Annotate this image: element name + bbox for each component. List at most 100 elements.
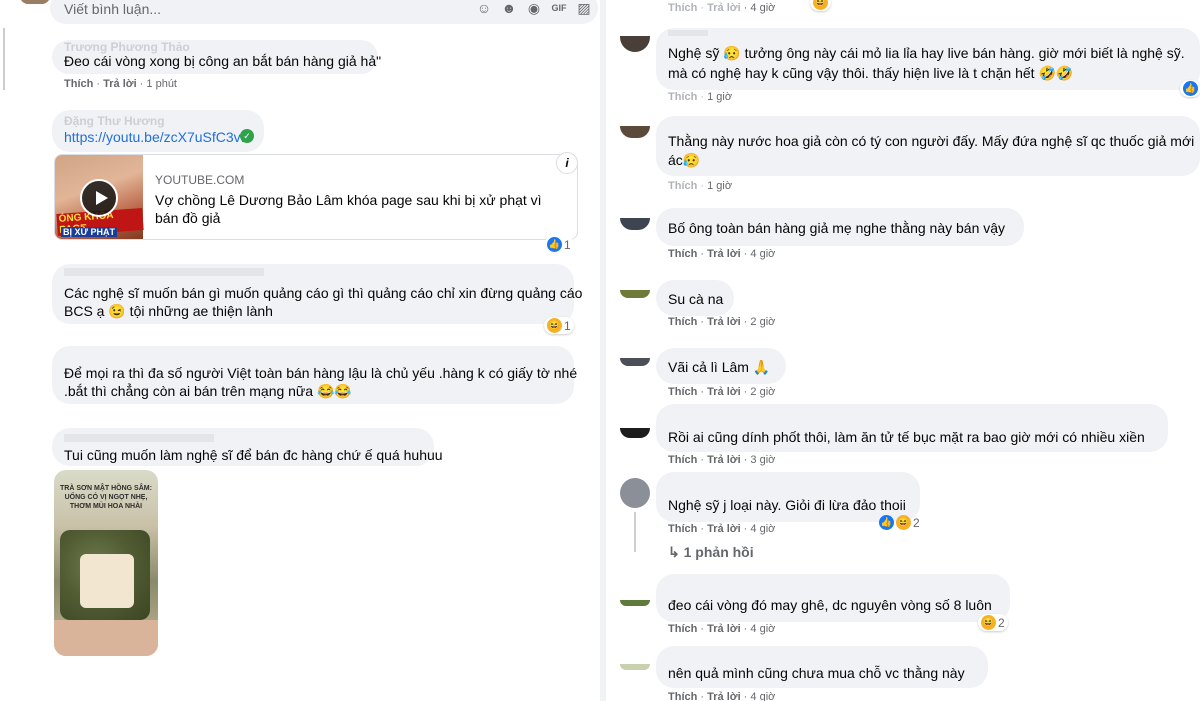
comment-text: Thằng này nước hoa giả còn có tý con ngư… bbox=[668, 133, 1195, 149]
comment-text: Rồi ai cũng dính phốt thôi, làm ăn tử tế… bbox=[668, 429, 1145, 445]
comment-time: 4 giờ bbox=[750, 523, 776, 535]
comment-text: nên quả mình cũng chưa mua chỗ vc thằng … bbox=[668, 665, 965, 681]
reply-link[interactable]: Trả lời bbox=[707, 523, 741, 535]
like-link[interactable]: Thích bbox=[668, 2, 697, 14]
video-thumbnail[interactable]: ÓNG KHÓA PAGE BỊ XỬ PHẠT bbox=[55, 155, 144, 239]
reaction-summary[interactable]: 👍 1 bbox=[544, 236, 574, 253]
gif-icon[interactable]: GIF bbox=[551, 0, 567, 16]
like-link[interactable]: Thích bbox=[668, 454, 697, 466]
sticker-alt-icon[interactable]: ▨ bbox=[576, 0, 592, 16]
comment-bubble: Để mọi ra thì đa số người Việt toàn bán … bbox=[52, 346, 578, 404]
reaction-summary[interactable]: 😆 bbox=[810, 0, 831, 11]
comment-text: Su cà na bbox=[668, 291, 724, 307]
comment-time: 1 giờ bbox=[707, 91, 733, 103]
avatar[interactable] bbox=[620, 664, 650, 670]
link-preview-card[interactable]: ÓNG KHÓA PAGE BỊ XỬ PHẠT YOUTUBE.COM Vợ … bbox=[54, 154, 578, 240]
comment-author bbox=[668, 30, 708, 36]
sep: · bbox=[697, 248, 708, 260]
reply-link[interactable]: Trả lời bbox=[707, 316, 741, 328]
avatar[interactable] bbox=[620, 600, 650, 606]
reaction-summary[interactable]: 😆 1 bbox=[544, 317, 574, 334]
comment-time: 4 giờ bbox=[750, 691, 776, 701]
comment-text: Tui cũng muốn làm nghệ sĩ để bán đc hàng… bbox=[64, 447, 443, 463]
hand-image bbox=[54, 620, 158, 656]
reply-link[interactable]: Trả lời bbox=[707, 691, 741, 701]
comment-input-placeholder: Viết bình luận... bbox=[64, 1, 162, 17]
avatar[interactable] bbox=[620, 126, 650, 138]
reaction-summary[interactable]: 😆 2 bbox=[978, 614, 1008, 631]
comment-bubble: nên quả mình cũng chưa mua chỗ vc thằng … bbox=[656, 646, 988, 688]
comment-meta: Thích · 1 giờ bbox=[668, 91, 732, 103]
reply-link[interactable]: Trả lời bbox=[707, 623, 741, 635]
sep: · bbox=[697, 691, 708, 701]
sep: · bbox=[740, 2, 751, 14]
sep: · bbox=[740, 691, 751, 701]
emoji-icon[interactable]: ☻ bbox=[501, 0, 517, 16]
sticker-icon[interactable]: ☺ bbox=[476, 0, 492, 16]
product-label-image bbox=[80, 554, 134, 608]
comment-input[interactable]: Viết bình luận... ☺ ☻ ◉ GIF ▨ bbox=[50, 0, 598, 24]
comment-text: Nghệ sỹ 😥 tưởng ông này cái mỏ lia lỉa h… bbox=[668, 45, 1185, 61]
sep: · bbox=[697, 180, 708, 192]
like-link[interactable]: Thích bbox=[668, 180, 697, 192]
like-link[interactable]: Thích bbox=[668, 316, 697, 328]
comment-photo[interactable]: TRÀ SƠN MẬT HỒNG SÂM: UỐNG CÓ VỊ NGỌT NH… bbox=[54, 470, 158, 656]
haha-icon: 😆 bbox=[981, 615, 996, 630]
haha-icon: 😆 bbox=[896, 515, 911, 530]
reply-link[interactable]: Trả lời bbox=[103, 78, 137, 90]
avatar[interactable] bbox=[620, 36, 650, 52]
comment-bubble: Vãi cả lì Lâm 🙏 bbox=[656, 348, 786, 384]
thumb-caption: BỊ XỬ PHẠT bbox=[61, 227, 117, 237]
like-link[interactable]: Thích bbox=[668, 91, 697, 103]
comment-time: 1 giờ bbox=[707, 180, 733, 192]
haha-icon: 😆 bbox=[813, 0, 828, 10]
reply-link[interactable]: Trả lời bbox=[707, 2, 741, 14]
comment-text: .bắt thì chẳng còn ai bán trên mạng nữa … bbox=[64, 383, 352, 399]
reaction-count: 1 bbox=[564, 318, 571, 333]
comment-link[interactable]: https://youtu.be/zcX7uSfC3vI bbox=[64, 128, 245, 146]
play-icon[interactable] bbox=[80, 179, 118, 217]
like-link[interactable]: Thích bbox=[668, 623, 697, 635]
avatar[interactable] bbox=[620, 428, 650, 438]
comment-meta: Thích · Trả lời · 4 giờ bbox=[668, 248, 775, 260]
avatar[interactable] bbox=[620, 218, 650, 230]
comment-meta: Thích · 1 giờ bbox=[668, 180, 732, 192]
comment-time: 4 giờ bbox=[750, 2, 776, 14]
reaction-count: 2 bbox=[998, 615, 1005, 630]
comment-bubble: Nghệ sỹ 😥 tưởng ông này cái mỏ lia lỉa h… bbox=[656, 28, 1200, 90]
sep: · bbox=[740, 623, 751, 635]
like-link[interactable]: Thích bbox=[668, 248, 697, 260]
like-link[interactable]: Thích bbox=[668, 691, 697, 701]
sep: · bbox=[697, 386, 708, 398]
comment-bubble: Rồi ai cũng dính phốt thôi, làm ăn tử tế… bbox=[656, 404, 1168, 452]
avatar[interactable] bbox=[620, 358, 650, 366]
avatar[interactable] bbox=[620, 290, 650, 298]
reaction-summary[interactable]: 👍 😆 2 bbox=[876, 514, 923, 531]
comment-text: Các nghệ sĩ muốn bán gì muốn quảng cáo g… bbox=[64, 285, 583, 301]
comment-text: Để mọi ra thì đa số người Việt toàn bán … bbox=[64, 365, 578, 381]
view-replies-link[interactable]: ↳ 1 phản hồi bbox=[668, 544, 754, 561]
comment-text: mà có nghệ hay k cũng vậy thôi. thấy hiệ… bbox=[668, 65, 1074, 81]
like-link[interactable]: Thích bbox=[64, 78, 93, 90]
reply-link[interactable]: Trả lời bbox=[707, 454, 741, 466]
sep: · bbox=[697, 316, 708, 328]
preview-title[interactable]: Vợ chồng Lê Dương Bảo Lâm khóa page sau … bbox=[155, 191, 555, 227]
reply-link[interactable]: Trả lời bbox=[707, 386, 741, 398]
reaction-summary[interactable]: 👍 bbox=[1180, 80, 1200, 97]
sep: · bbox=[697, 623, 708, 635]
reaction-count: 2 bbox=[913, 515, 920, 530]
reaction-count: 1 bbox=[564, 237, 571, 252]
info-icon[interactable]: i bbox=[556, 152, 578, 174]
camera-icon[interactable]: ◉ bbox=[526, 0, 542, 16]
sep: · bbox=[740, 316, 751, 328]
avatar[interactable] bbox=[20, 0, 50, 4]
comment-meta: Thích · Trả lời · 4 giờ bbox=[668, 523, 775, 535]
like-link[interactable]: Thích bbox=[668, 523, 697, 535]
comment-bubble: Trương Phương Thảo Đeo cái vòng xong bị … bbox=[52, 40, 381, 74]
preview-domain: YOUTUBE.COM bbox=[155, 173, 245, 187]
avatar[interactable] bbox=[620, 478, 650, 508]
like-link[interactable]: Thích bbox=[668, 386, 697, 398]
reply-link[interactable]: Trả lời bbox=[707, 248, 741, 260]
haha-icon: 😆 bbox=[547, 318, 562, 333]
like-icon: 👍 bbox=[879, 515, 894, 530]
